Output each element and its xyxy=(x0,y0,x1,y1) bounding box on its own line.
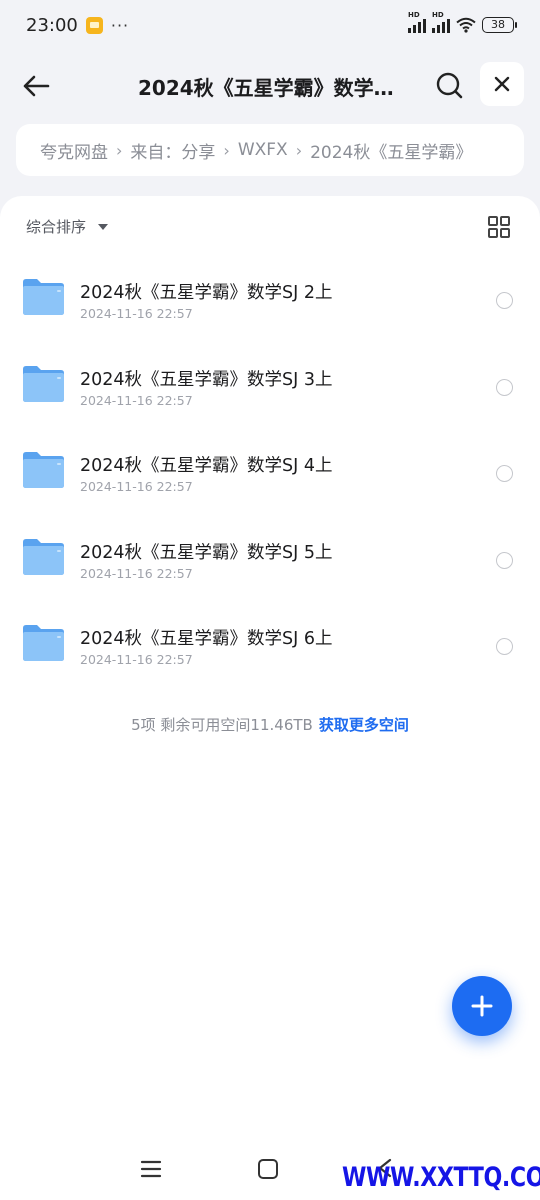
home-icon[interactable] xyxy=(258,1159,278,1179)
folder-icon xyxy=(23,452,64,488)
chevron-right-icon: › xyxy=(116,140,123,160)
storage-summary-text: 5项 剩余可用空间11.46TB xyxy=(131,716,313,734)
sort-dropdown[interactable]: 综合排序 xyxy=(26,216,109,237)
wifi-icon xyxy=(456,17,476,33)
select-checkbox[interactable] xyxy=(496,638,513,655)
status-bar: 23:00 ··· HD HD 38 xyxy=(0,0,540,50)
file-date: 2024-11-16 22:57 xyxy=(80,392,193,408)
close-icon xyxy=(494,76,510,92)
breadcrumb-item-root[interactable]: 夸克网盘 xyxy=(40,138,108,163)
breadcrumb-item-current[interactable]: 2024秋《五星学霸》 xyxy=(310,138,472,163)
storage-summary: 5项 剩余可用空间11.46TB 获取更多空间 xyxy=(0,714,540,735)
sort-label: 综合排序 xyxy=(26,218,87,236)
top-app-bar: 2024秋《五星学霸》数学… xyxy=(0,56,540,116)
search-icon xyxy=(436,72,463,99)
breadcrumb-item-wxfx[interactable]: WXFX xyxy=(238,140,288,160)
list-item[interactable]: 2024秋《五星学霸》数学SJ 5上 2024-11-16 22:57 xyxy=(0,516,540,603)
battery-level: 38 xyxy=(491,18,505,31)
caret-down-icon xyxy=(98,223,109,230)
recent-apps-icon[interactable] xyxy=(140,1159,162,1179)
cellular-signal-2-icon: HD xyxy=(432,11,450,33)
select-checkbox[interactable] xyxy=(496,378,513,396)
chevron-right-icon: › xyxy=(223,140,230,160)
more-notifications-icon: ··· xyxy=(110,15,130,35)
cellular-signal-icon: HD xyxy=(408,11,426,33)
notes-app-icon xyxy=(85,16,103,34)
list-item[interactable]: 2024秋《五星学霸》数学SJ 3上 2024-11-16 22:57 xyxy=(0,343,540,430)
breadcrumb: 夸克网盘 › 来自：分享 › WXFX › 2024秋《五星学霸》 xyxy=(16,124,524,176)
plus-icon xyxy=(471,995,493,1017)
file-date: 2024-11-16 22:57 xyxy=(80,306,193,321)
grid-view-icon[interactable] xyxy=(486,214,512,240)
file-name: 2024秋《五星学霸》数学SJ 4上 xyxy=(80,456,333,476)
status-time: 23:00 xyxy=(26,14,78,36)
watermark: WWW.XXTTQ.COM xyxy=(342,1162,540,1193)
breadcrumb-item-share[interactable]: 来自：分享 xyxy=(130,138,215,163)
folder-icon xyxy=(23,365,64,402)
arrow-left-icon xyxy=(23,75,50,97)
add-button[interactable] xyxy=(452,976,512,1036)
file-name: 2024秋《五星学霸》数学SJ 5上 xyxy=(80,542,333,563)
status-indicators: HD HD 38 xyxy=(408,11,517,33)
battery-icon: 38 xyxy=(482,17,517,33)
file-name: 2024秋《五星学霸》数学SJ 2上 xyxy=(80,283,333,303)
search-button[interactable] xyxy=(428,64,470,106)
folder-icon xyxy=(23,538,64,575)
select-checkbox[interactable] xyxy=(496,465,513,482)
file-date: 2024-11-16 22:57 xyxy=(80,652,193,667)
select-checkbox[interactable] xyxy=(496,551,513,569)
back-button[interactable] xyxy=(16,66,56,106)
page-title: 2024秋《五星学霸》数学… xyxy=(138,76,394,100)
file-list-panel: 综合排序 2024秋《五星学霸》数学SJ 2上 2024-11-16 22:57 xyxy=(0,196,540,1200)
folder-icon xyxy=(23,625,64,661)
close-button[interactable] xyxy=(480,62,524,106)
list-item[interactable]: 2024秋《五星学霸》数学SJ 2上 2024-11-16 22:57 xyxy=(0,256,540,343)
file-name: 2024秋《五星学霸》数学SJ 6上 xyxy=(80,629,333,649)
list-item[interactable]: 2024秋《五星学霸》数学SJ 4上 2024-11-16 22:57 xyxy=(0,429,540,516)
select-checkbox[interactable] xyxy=(496,292,513,309)
file-name: 2024秋《五星学霸》数学SJ 3上 xyxy=(80,369,333,390)
file-date: 2024-11-16 22:57 xyxy=(80,565,193,581)
list-item[interactable]: 2024秋《五星学霸》数学SJ 6上 2024-11-16 22:57 xyxy=(0,602,540,689)
file-date: 2024-11-16 22:57 xyxy=(80,479,193,494)
chevron-right-icon: › xyxy=(295,140,303,160)
folder-icon xyxy=(23,279,64,315)
file-list: 2024秋《五星学霸》数学SJ 2上 2024-11-16 22:57 2024… xyxy=(0,256,540,689)
get-more-space-link[interactable]: 获取更多空间 xyxy=(319,716,409,734)
